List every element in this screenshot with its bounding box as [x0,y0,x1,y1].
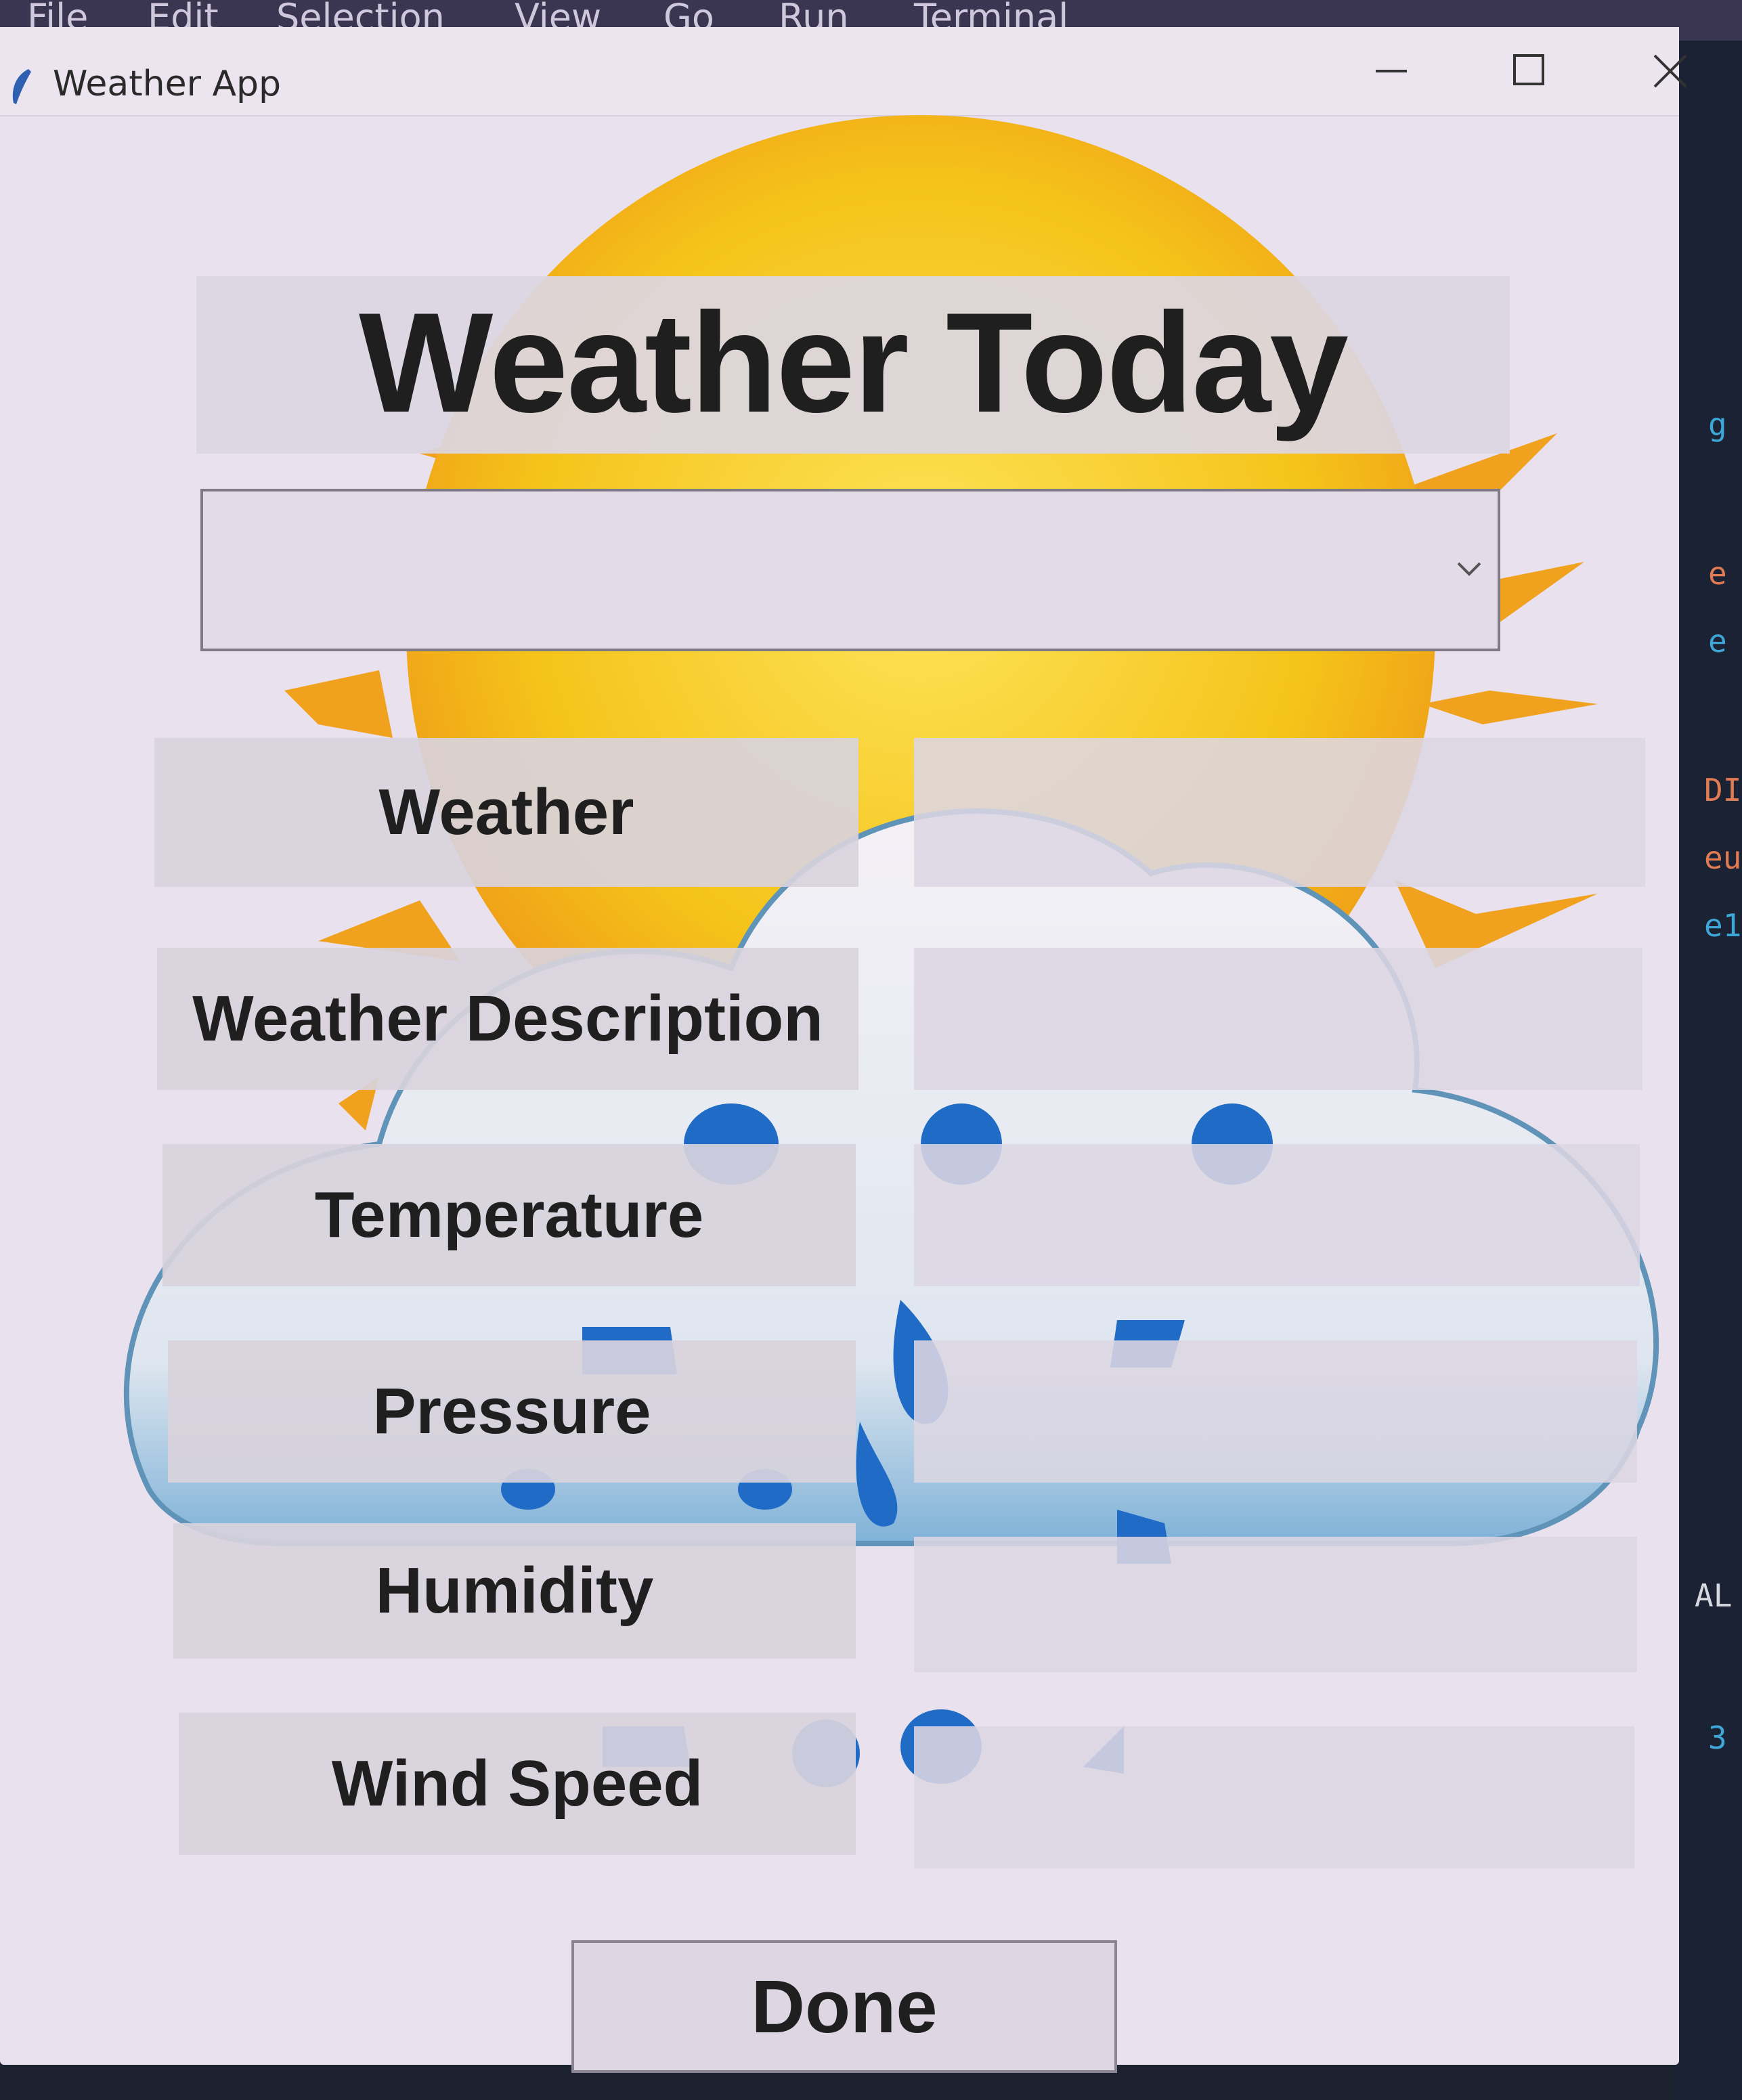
editor-background-strip: g e e DI eu e1 AL 3 [1674,41,1742,2100]
editor-text-fragment: AL [1695,1577,1733,1614]
done-button[interactable]: Done [571,1940,1117,2073]
minimize-icon [1376,70,1407,72]
close-icon [1653,54,1687,88]
editor-text-fragment: e [1708,623,1727,659]
window-title: Weather App [53,64,282,104]
editor-text-fragment: 3 [1708,1720,1727,1756]
weather-description-label-text: Weather Description [192,982,823,1055]
wind-speed-label-text: Wind Speed [331,1747,703,1820]
feather-icon [12,69,31,104]
maximize-button[interactable] [1500,41,1561,102]
humidity-label-text: Humidity [375,1554,654,1627]
wind-speed-value [914,1726,1634,1868]
temperature-label: Temperature [162,1144,856,1286]
title-bar[interactable]: Weather App [0,27,1687,116]
city-select[interactable] [200,489,1500,651]
weather-label-text: Weather [378,776,634,848]
chevron-down-icon[interactable] [1449,548,1489,589]
maximize-icon [1513,54,1544,85]
editor-text-fragment: g [1708,406,1727,443]
humidity-label: Humidity [173,1523,856,1659]
close-button[interactable] [1640,41,1701,102]
weather-description-value [914,948,1642,1090]
editor-text-fragment: eu [1704,839,1742,876]
temperature-label-text: Temperature [314,1179,704,1251]
pressure-label: Pressure [168,1340,856,1483]
editor-text-fragment: DI [1704,772,1742,808]
weather-description-label: Weather Description [157,948,858,1090]
weather-app-window: Weather App Weather Today Weather Weathe… [0,27,1687,2073]
editor-text-fragment: e1 [1704,907,1742,944]
humidity-value [914,1537,1637,1672]
wind-speed-label: Wind Speed [179,1713,856,1855]
weather-label: Weather [154,738,858,887]
pressure-value [914,1340,1637,1483]
done-button-label: Done [751,1965,938,2049]
pressure-label-text: Pressure [372,1375,651,1447]
weather-value [914,738,1645,887]
minimize-button[interactable] [1361,41,1422,102]
temperature-value [914,1144,1640,1286]
editor-text-fragment: e [1708,555,1727,592]
page-title: Weather Today [359,283,1349,442]
